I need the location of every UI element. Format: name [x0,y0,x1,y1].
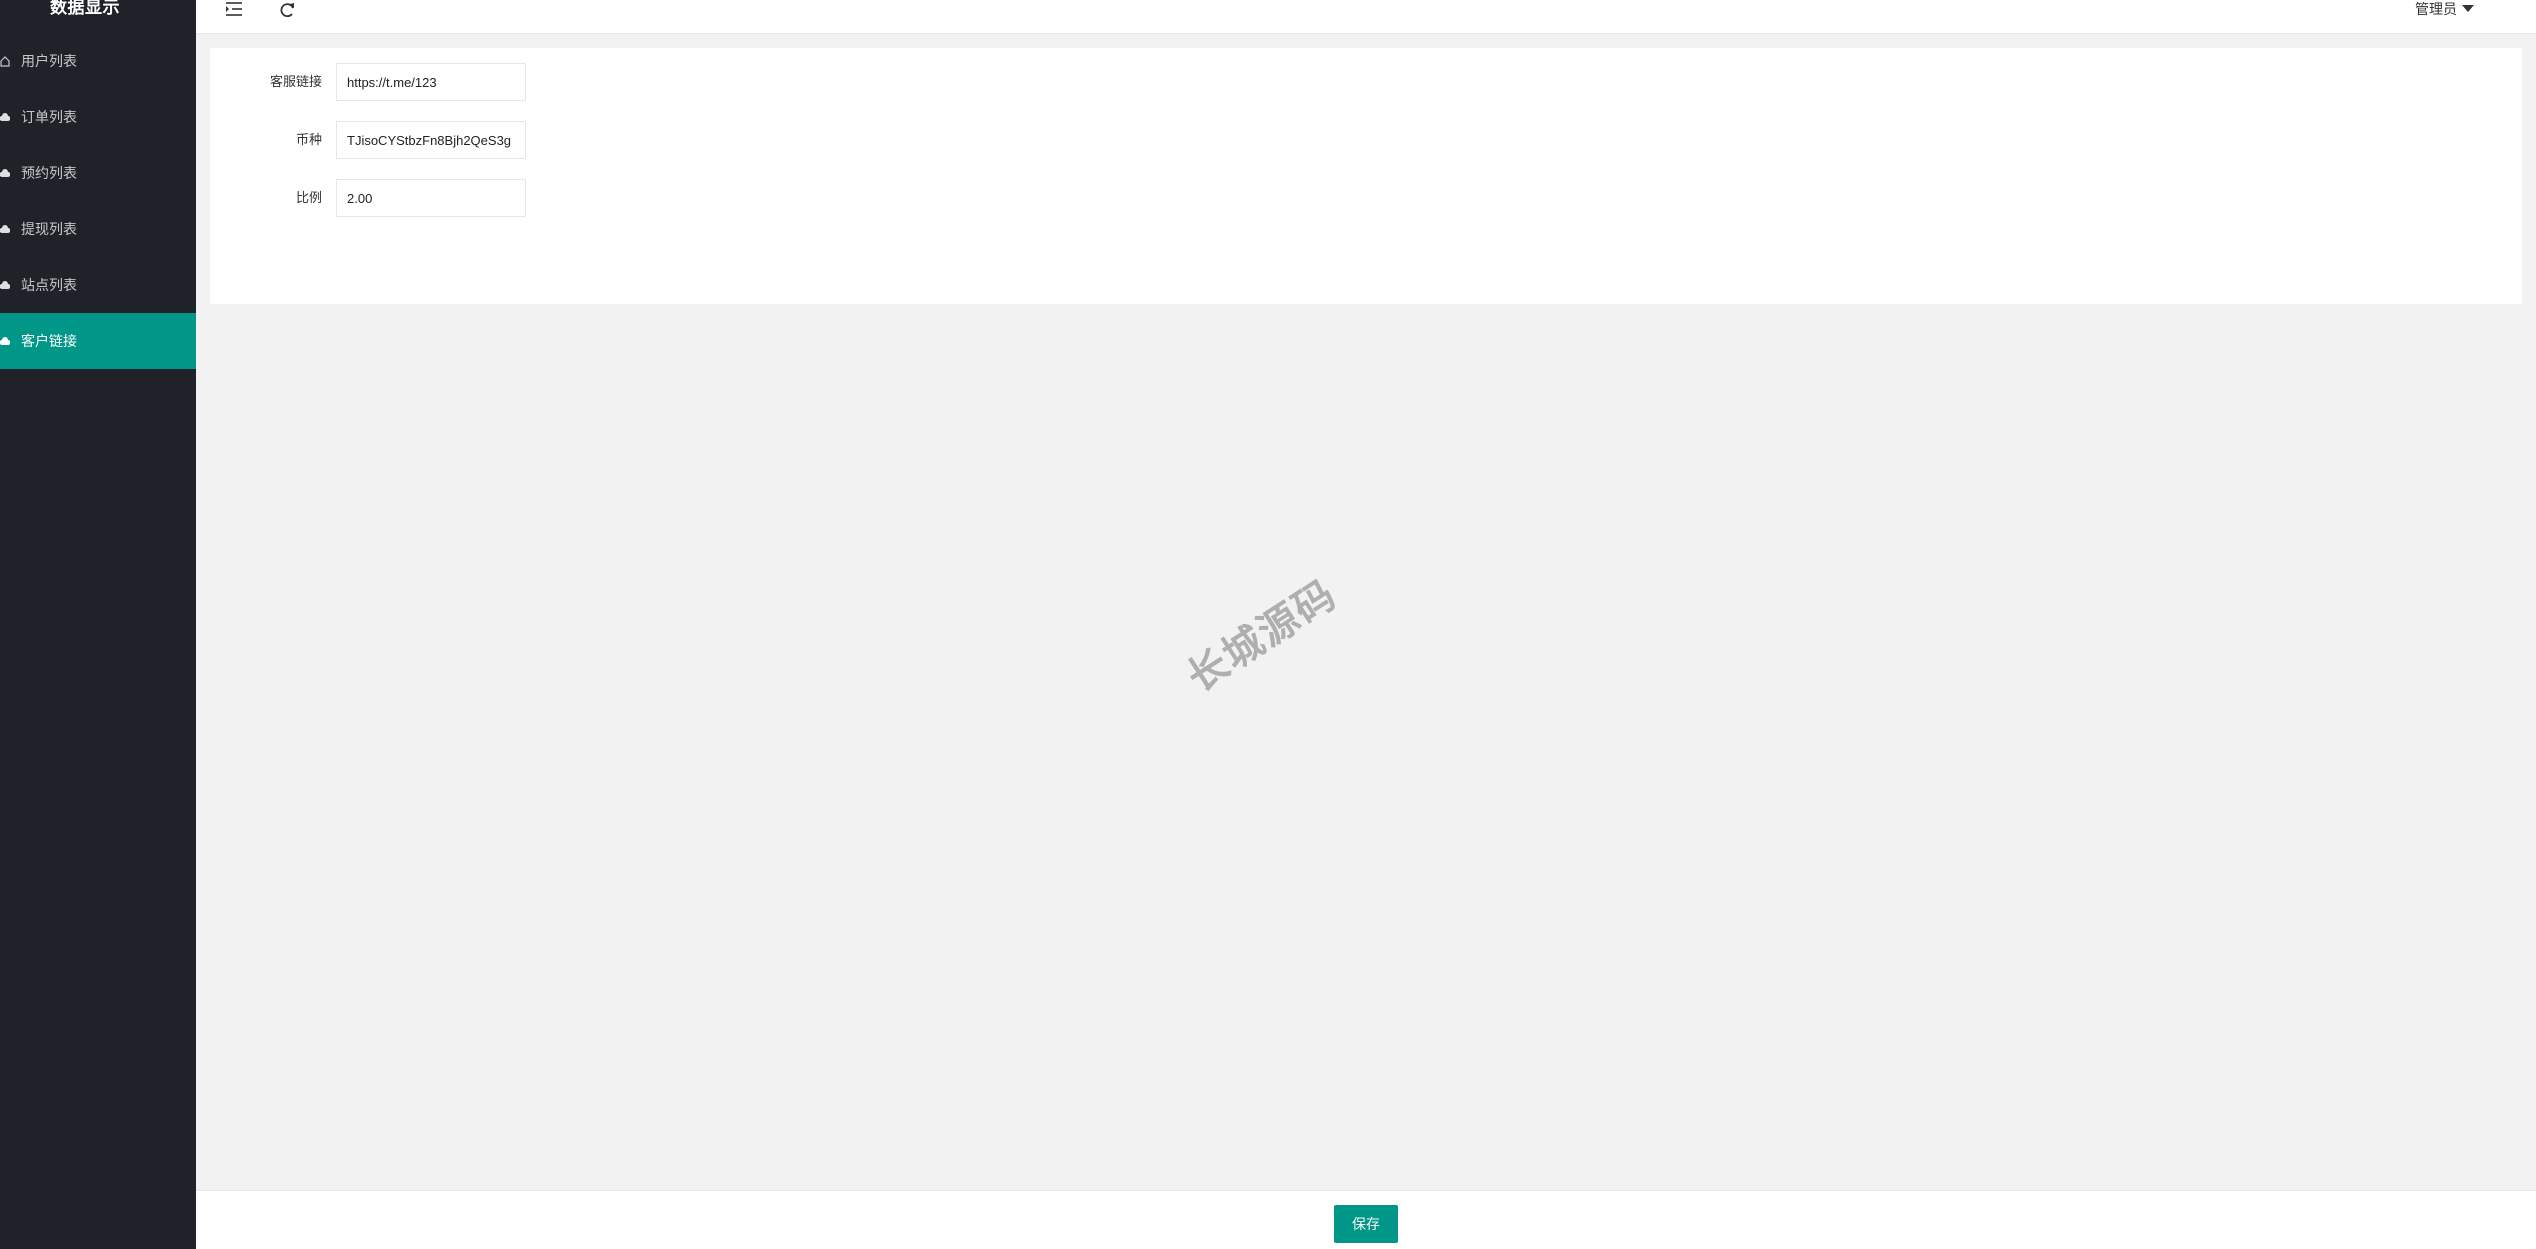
sidebar-item-label: 订单列表 [21,109,77,125]
form-row-ratio: 比例 [210,179,810,217]
save-button[interactable]: 保存 [1334,1205,1398,1243]
refresh-icon[interactable] [278,0,298,20]
cloud-icon [0,279,10,291]
cloud-icon [0,167,10,179]
form-row-currency: 币种 [210,121,810,159]
cloud-icon [0,111,10,123]
sidebar-item-label: 预约列表 [21,165,77,181]
user-name: 管理员 [2415,1,2457,17]
cloud-icon [0,335,10,347]
sidebar-item-withdrawals[interactable]: 提现列表 [0,201,196,257]
sidebar-item-label: 站点列表 [21,277,77,293]
home-icon [0,55,10,67]
sidebar-item-label: 用户列表 [21,53,77,69]
sidebar: 数据显示 用户列表 订单列表 预约列表 提现列表 站点列表 客户链接 [0,0,196,1249]
caret-down-icon [2462,4,2474,12]
field-label: 比例 [295,190,322,205]
field-label: 币种 [295,132,322,147]
sidebar-item-reservations[interactable]: 预约列表 [0,145,196,201]
top-header: 管理员 [196,0,2536,34]
settings-form-card: 客服链接 币种 比例 [210,48,2522,304]
sidebar-item-label: 提现列表 [21,221,77,237]
user-menu[interactable]: 管理员 [2415,0,2474,19]
ratio-input[interactable] [336,179,526,217]
sidebar-item-users[interactable]: 用户列表 [0,33,196,89]
sidebar-logo: 数据显示 [50,0,120,17]
menu-toggle-icon[interactable] [224,0,244,20]
footer-bar: 保存 [196,1190,2536,1249]
currency-input[interactable] [336,121,526,159]
sidebar-item-label: 客户链接 [21,333,77,349]
sidebar-item-sites[interactable]: 站点列表 [0,257,196,313]
sidebar-item-customer-links[interactable]: 客户链接 [0,313,196,369]
sidebar-item-orders[interactable]: 订单列表 [0,89,196,145]
watermark: 长城源码 [1179,571,1346,702]
form-row-service-link: 客服链接 [210,63,810,101]
service-link-input[interactable] [336,63,526,101]
cloud-icon [0,223,10,235]
field-label: 客服链接 [269,74,322,89]
